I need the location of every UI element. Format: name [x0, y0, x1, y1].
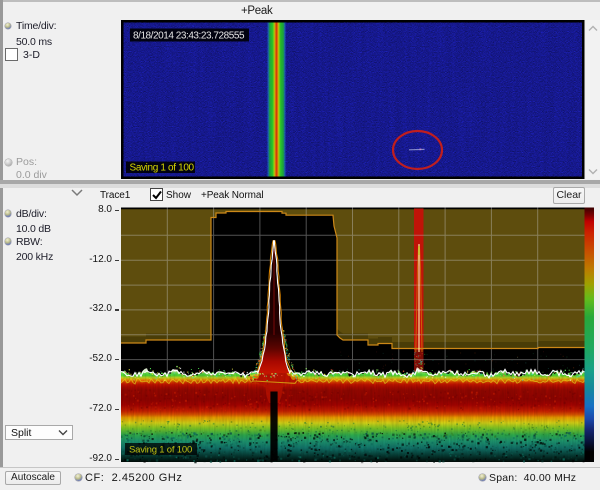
svg-text:Saving 1 of 100: Saving 1 of 100 [129, 444, 192, 455]
